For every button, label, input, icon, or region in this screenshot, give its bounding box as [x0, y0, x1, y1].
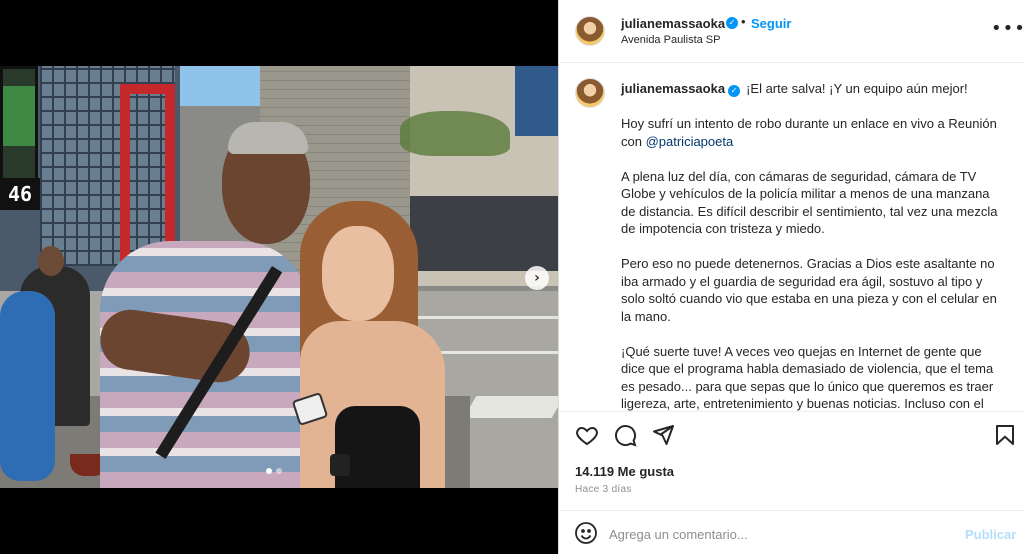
verified-badge-icon: ✓ — [728, 85, 741, 97]
billboard-panel — [3, 86, 35, 146]
carousel-next-button[interactable]: › — [525, 266, 549, 290]
woman-top — [335, 406, 420, 488]
post-details-panel: julianemassaoka ✓ • Seguir Avenida Pauli… — [558, 0, 1024, 554]
header-username[interactable]: julianemassaoka — [621, 16, 725, 31]
share-button[interactable] — [649, 422, 677, 450]
background-person-head — [38, 246, 64, 276]
location-link[interactable]: Avenida Paulista SP — [621, 34, 720, 46]
chevron-right-icon: › — [534, 270, 540, 286]
emoji-button[interactable] — [573, 521, 599, 547]
caption-first-line: ¡El arte salva! ¡Y un equipo aún mejor! — [746, 81, 968, 96]
caption-area[interactable]: julianemassaoka ✓ ¡El arte salva! ¡Y un eq… — [559, 64, 1024, 411]
verified-badge-icon: ✓ — [726, 17, 738, 29]
post-header: julianemassaoka ✓ • Seguir Avenida Pauli… — [559, 0, 1024, 63]
post-timestamp[interactable]: Hace 3 días — [575, 484, 632, 495]
carousel-indicator — [266, 468, 282, 474]
crosswalk — [463, 396, 558, 418]
send-icon — [653, 424, 674, 445]
comment-icon — [615, 424, 637, 447]
avatar[interactable] — [575, 78, 605, 108]
street-clock: 46 — [0, 178, 40, 210]
separator-dot: • — [741, 14, 746, 29]
post-photo[interactable]: 46 — [0, 66, 558, 488]
follow-button[interactable]: Seguir — [751, 16, 791, 31]
bookmark-icon — [996, 424, 1014, 445]
carousel-dot — [276, 468, 282, 474]
caption-paragraph: Pero eso no puede detenernos. Gracias a … — [621, 256, 997, 324]
man-hair — [228, 122, 308, 154]
caption-paragraph: ¡Qué suerte tuve! A veces veo quejas en … — [621, 343, 994, 412]
heart-icon — [576, 426, 598, 445]
caption-username[interactable]: julianemassaoka — [621, 81, 725, 96]
publish-button[interactable]: Publicar — [965, 527, 1016, 542]
comment-button[interactable] — [611, 422, 639, 450]
comment-bar: Publicar — [559, 510, 1024, 554]
trees — [400, 111, 510, 156]
building-right-glass — [515, 66, 558, 136]
carousel-dot-active — [266, 468, 272, 474]
post-media: 46 › — [0, 0, 558, 554]
lane-marking — [410, 316, 558, 319]
lane-marking — [430, 351, 558, 354]
caption-paragraph: A plena luz del día, con cámaras de segu… — [621, 168, 998, 237]
more-options-button[interactable]: ••• — [991, 18, 1024, 39]
guitar-case — [0, 291, 55, 481]
action-bar: 14.119 Me gusta Hace 3 días — [559, 411, 1024, 521]
building-right-storefront — [410, 196, 558, 271]
woman-face — [322, 226, 394, 321]
emoji-icon — [575, 522, 597, 544]
caption-text: julianemassaoka ✓ ¡El arte salva! ¡Y un eq… — [621, 80, 1006, 411]
more-horizontal-icon: ••• — [991, 18, 1024, 39]
avatar[interactable] — [575, 16, 605, 46]
sky — [170, 66, 270, 106]
comment-input[interactable] — [609, 521, 939, 547]
save-button[interactable] — [991, 422, 1019, 450]
likes-count[interactable]: 14.119 Me gusta — [575, 464, 674, 479]
smartwatch — [330, 454, 350, 476]
like-button[interactable] — [573, 422, 601, 450]
mention-link[interactable]: @patriciapoeta — [646, 134, 734, 149]
